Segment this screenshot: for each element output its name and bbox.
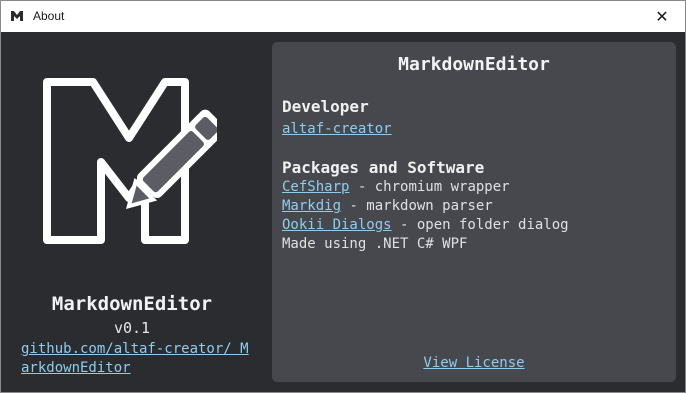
panel-title: MarkdownEditor xyxy=(398,54,550,75)
markdig-link[interactable]: Markdig xyxy=(282,198,341,214)
package-description: - chromium wrapper xyxy=(349,179,510,195)
title-bar[interactable]: About ✕ xyxy=(1,1,685,32)
package-item: Markdig - markdown parser xyxy=(282,198,493,214)
app-version: v0.1 xyxy=(113,319,151,337)
developer-link[interactable]: altaf-creator xyxy=(282,121,392,137)
app-name: MarkdownEditor xyxy=(51,293,213,315)
close-icon: ✕ xyxy=(655,7,669,26)
content-area: MarkdownEditor v0.1 github.com/altaf-cre… xyxy=(1,32,685,392)
markdown-pencil-icon xyxy=(43,78,217,244)
ookii-dialogs-link[interactable]: Ookii Dialogs xyxy=(282,217,392,233)
info-panel: MarkdownEditor Developer altaf-creator P… xyxy=(272,42,676,382)
packages-heading: Packages and Software xyxy=(282,158,485,177)
package-item: CefSharp - chromium wrapper xyxy=(282,179,510,195)
package-description: - open folder dialog xyxy=(391,217,569,233)
about-window: About ✕ MarkdownEditor v0.1 github.com/a… xyxy=(0,0,686,393)
repository-link[interactable]: github.com/altaf-creator/ MarkdownEditor xyxy=(21,340,251,378)
cefsharp-link[interactable]: CefSharp xyxy=(282,179,349,195)
developer-heading: Developer xyxy=(282,97,369,116)
package-item: Ookii Dialogs - open folder dialog xyxy=(282,217,569,233)
view-license-link[interactable]: View License xyxy=(272,355,676,371)
close-button[interactable]: ✕ xyxy=(639,1,685,32)
made-using-text: Made using .NET C# WPF xyxy=(282,236,468,252)
app-icon xyxy=(11,11,23,21)
package-description: - markdown parser xyxy=(341,198,493,214)
window-title: About xyxy=(33,9,65,23)
